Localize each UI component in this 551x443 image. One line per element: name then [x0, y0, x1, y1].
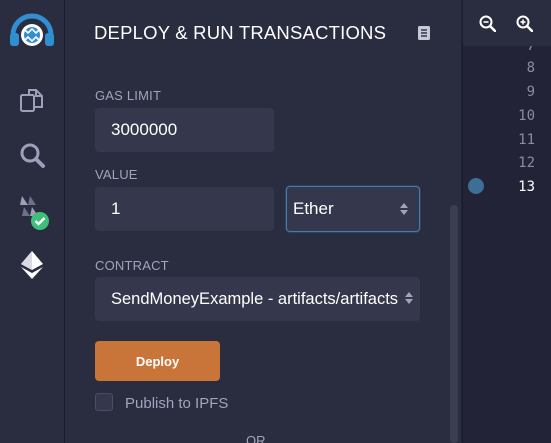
line-number: 12 — [518, 155, 535, 171]
gas-limit-value: 3000000 — [111, 120, 178, 139]
search-icon[interactable] — [0, 133, 64, 177]
panel-title: DEPLOY & RUN TRANSACTIONS — [94, 22, 387, 43]
select-arrows-icon — [405, 292, 413, 304]
code-editor: 7 8 9 10 11 12 13 — [462, 0, 551, 443]
remix-ide: DEPLOY & RUN TRANSACTIONS GAS LIMIT 3000… — [0, 0, 551, 443]
documentation-icon[interactable] — [417, 25, 431, 46]
contract-select[interactable]: SendMoneyExample - artifacts/artifacts — [95, 277, 420, 321]
deploy-run-panel: DEPLOY & RUN TRANSACTIONS GAS LIMIT 3000… — [65, 0, 461, 443]
icon-rail — [0, 0, 65, 443]
select-arrows-icon — [400, 203, 408, 215]
panel-scrollbar[interactable] — [450, 205, 458, 443]
file-explorer-icon[interactable] — [0, 78, 64, 122]
line-number: 10 — [518, 108, 535, 124]
line-number: 9 — [526, 84, 535, 100]
deploy-run-icon[interactable] — [0, 243, 64, 287]
remix-logo-icon[interactable] — [0, 8, 64, 56]
value-amount: 1 — [111, 199, 121, 218]
value-label: VALUE — [95, 167, 138, 182]
publish-ipfs-checkbox[interactable] — [95, 393, 113, 411]
value-unit-select[interactable]: Ether — [286, 186, 420, 232]
zoom-in-icon[interactable] — [516, 15, 534, 37]
line-number: 11 — [518, 132, 535, 148]
zoom-out-icon[interactable] — [479, 15, 497, 37]
gas-limit-label: GAS LIMIT — [95, 88, 162, 103]
gas-limit-input[interactable]: 3000000 — [95, 108, 274, 152]
or-divider: OR — [246, 433, 266, 443]
publish-ipfs-label: Publish to IPFS — [125, 395, 229, 412]
line-number-active: 13 — [518, 179, 535, 195]
line-number: 8 — [526, 60, 535, 76]
value-input[interactable]: 1 — [95, 187, 274, 231]
solidity-compiler-icon[interactable] — [0, 190, 64, 234]
contract-selected: SendMoneyExample - artifacts/artifacts — [111, 289, 399, 308]
value-unit: Ether — [293, 199, 334, 218]
editor-toolbar — [463, 0, 551, 46]
deploy-button[interactable]: Deploy — [95, 341, 220, 381]
contract-label: CONTRACT — [95, 258, 169, 273]
